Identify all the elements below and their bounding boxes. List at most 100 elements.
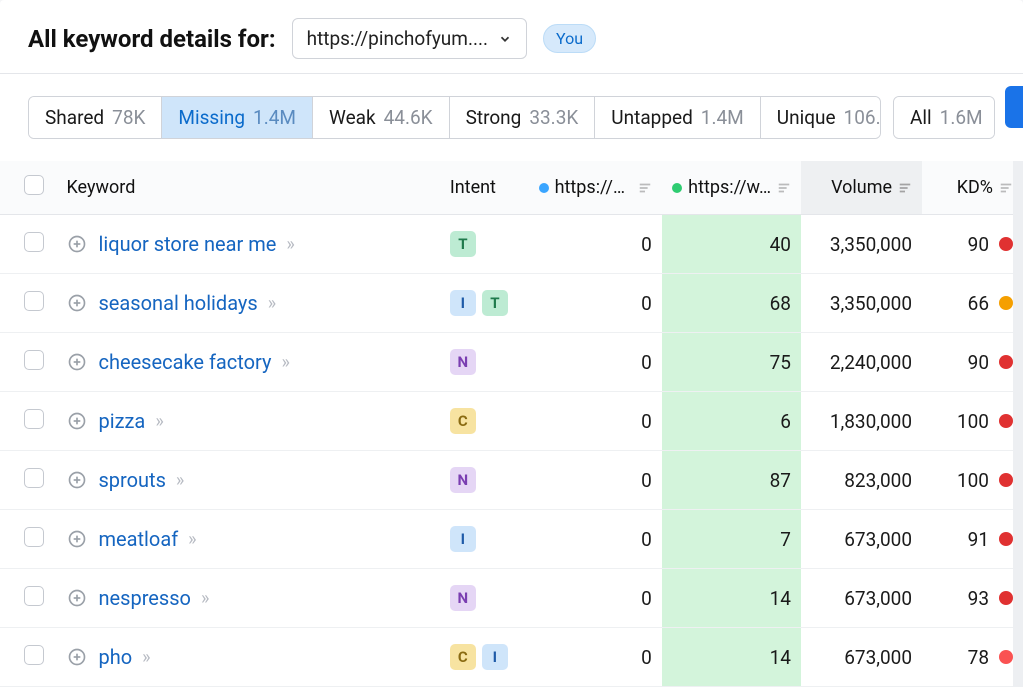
tab-count: 1.4M — [701, 106, 744, 129]
site2-dot-icon — [672, 183, 682, 193]
header-kd-label: KD% — [957, 177, 993, 198]
site-dropdown[interactable]: https://pinchofyum.... — [292, 18, 527, 59]
kd-difficulty-dot-icon — [999, 355, 1013, 369]
sort-icon — [777, 181, 791, 195]
intent-badges: N — [450, 349, 519, 375]
keyword-link[interactable]: pho — [98, 645, 132, 669]
intent-badges: I — [450, 526, 519, 552]
keyword-link[interactable]: seasonal holidays — [98, 291, 257, 315]
table-row: nespresso»N014673,00093 — [0, 569, 1023, 628]
header-keyword[interactable]: Keyword — [56, 161, 439, 215]
kd-value: 90 — [968, 233, 989, 256]
header: All keyword details for: https://pinchof… — [0, 0, 1023, 73]
kd-value: 100 — [957, 469, 989, 492]
intent-badge-n: N — [450, 585, 476, 611]
table-row: seasonal holidays»IT0683,350,00066 — [0, 274, 1023, 333]
tab-shared[interactable]: Shared78K — [29, 97, 162, 138]
intent-badges: CI — [450, 644, 519, 670]
expand-icon[interactable] — [66, 292, 88, 314]
expand-icon[interactable] — [66, 646, 88, 668]
intent-badges: T — [450, 231, 519, 257]
header-checkbox-cell — [0, 161, 56, 215]
chevrons-right-icon[interactable]: » — [188, 529, 196, 550]
tab-missing[interactable]: Missing1.4M — [162, 97, 313, 138]
tab-untapped[interactable]: Untapped1.4M — [595, 97, 760, 138]
row-checkbox[interactable] — [24, 350, 44, 370]
expand-icon[interactable] — [66, 410, 88, 432]
kd-value: 91 — [968, 528, 989, 551]
keyword-link[interactable]: meatloaf — [98, 527, 178, 551]
keyword-link[interactable]: liquor store near me — [98, 232, 276, 256]
expand-icon[interactable] — [66, 233, 88, 255]
tab-strong[interactable]: Strong 33.3K — [450, 97, 596, 138]
row-checkbox[interactable] — [24, 468, 44, 488]
tab-count: 33.3K — [529, 106, 578, 129]
row-checkbox[interactable] — [24, 586, 44, 606]
keyword-link[interactable]: sprouts — [98, 468, 165, 492]
volume-value: 673,000 — [801, 628, 922, 687]
chevrons-right-icon[interactable]: » — [268, 293, 276, 314]
tab-weak[interactable]: Weak44.6K — [313, 97, 450, 138]
intent-badge-n: N — [450, 349, 476, 375]
header-volume[interactable]: Volume — [801, 161, 922, 215]
site2-value: 87 — [662, 451, 801, 510]
tab-label: Unique — [777, 106, 836, 129]
row-checkbox[interactable] — [24, 527, 44, 547]
header-site1-label: https://pi… — [555, 177, 632, 198]
site2-value: 7 — [662, 510, 801, 569]
sort-icon — [638, 181, 652, 195]
row-checkbox[interactable] — [24, 232, 44, 252]
chevrons-right-icon[interactable]: » — [142, 647, 150, 668]
kd-difficulty-dot-icon — [999, 591, 1013, 605]
row-checkbox[interactable] — [24, 291, 44, 311]
intent-badge-i: I — [450, 290, 476, 316]
volume-value: 1,830,000 — [801, 392, 922, 451]
kd-value: 93 — [968, 587, 989, 610]
chevrons-right-icon[interactable]: » — [281, 352, 289, 373]
tab-count: 1.6M — [940, 106, 983, 129]
site2-value: 14 — [662, 628, 801, 687]
header-kd[interactable]: KD% — [922, 161, 1023, 215]
chevrons-right-icon[interactable]: » — [286, 234, 294, 255]
select-all-checkbox[interactable] — [24, 175, 44, 195]
site2-value: 14 — [662, 569, 801, 628]
keyword-link[interactable]: pizza — [98, 409, 145, 433]
kd-difficulty-dot-icon — [999, 473, 1013, 487]
divider — [0, 73, 1023, 74]
site1-value: 0 — [529, 628, 662, 687]
intent-badges: C — [450, 408, 519, 434]
expand-icon[interactable] — [66, 469, 88, 491]
chevrons-right-icon[interactable]: » — [201, 588, 209, 609]
row-checkbox[interactable] — [24, 409, 44, 429]
header-site2[interactable]: https://w… — [662, 161, 801, 215]
tab-label: Missing — [178, 106, 245, 129]
tab-all[interactable]: All1.6M — [894, 97, 995, 138]
tab-unique[interactable]: Unique106.4K — [761, 97, 881, 138]
volume-value: 673,000 — [801, 510, 922, 569]
table-row: liquor store near me»T0403,350,00090 — [0, 215, 1023, 274]
table-wrapper: Keyword Intent https://pi… — [0, 161, 1023, 687]
expand-icon[interactable] — [66, 587, 88, 609]
sort-icon — [999, 181, 1013, 195]
chevrons-right-icon[interactable]: » — [176, 470, 184, 491]
intent-badge-i: I — [482, 644, 508, 670]
expand-icon[interactable] — [66, 351, 88, 373]
keyword-link[interactable]: nespresso — [98, 586, 190, 610]
kd-value: 100 — [957, 410, 989, 433]
expand-icon[interactable] — [66, 528, 88, 550]
header-site1[interactable]: https://pi… — [529, 161, 662, 215]
tab-label: Shared — [45, 106, 104, 129]
kd-value: 66 — [968, 292, 989, 315]
site1-value: 0 — [529, 569, 662, 628]
keyword-link[interactable]: cheesecake factory — [98, 350, 271, 374]
header-intent[interactable]: Intent — [440, 161, 529, 215]
page-container: All keyword details for: https://pinchof… — [0, 0, 1023, 687]
tab-label: Strong — [466, 106, 522, 129]
row-checkbox[interactable] — [24, 645, 44, 665]
chevrons-right-icon[interactable]: » — [155, 411, 163, 432]
header-volume-label: Volume — [831, 177, 892, 198]
side-action-peek[interactable] — [1005, 86, 1023, 128]
intent-badges: N — [450, 585, 519, 611]
sort-desc-icon — [898, 181, 912, 195]
tab-label: Weak — [329, 106, 376, 129]
